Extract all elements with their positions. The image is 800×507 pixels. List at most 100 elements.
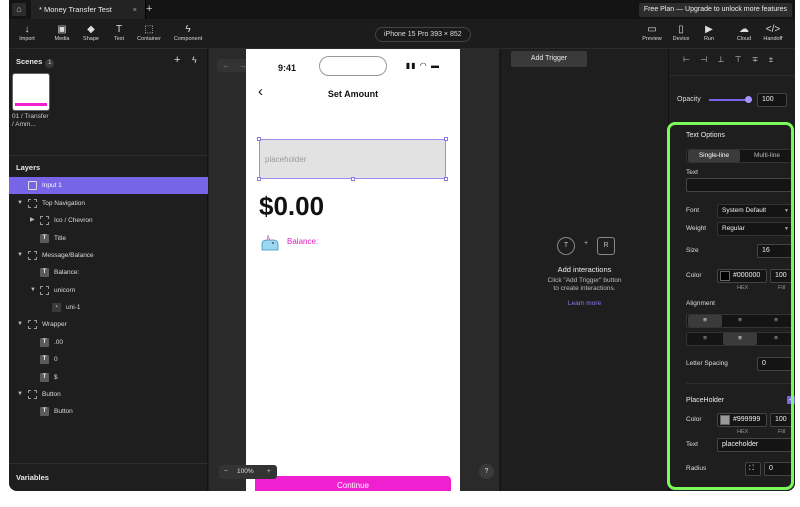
resize-handle[interactable] bbox=[257, 177, 261, 181]
layer-message-balance[interactable]: ▼ Message/Balance bbox=[9, 247, 208, 264]
run-button[interactable]: ▶ Run bbox=[694, 23, 724, 42]
radius-input[interactable]: 0 bbox=[764, 462, 794, 476]
letter-spacing-input[interactable]: 0 bbox=[757, 357, 794, 371]
handoff-label: Handoff bbox=[763, 36, 783, 42]
chevron-down-icon: ▼ bbox=[784, 208, 789, 214]
zoom-control[interactable]: − 100% + bbox=[219, 465, 277, 479]
layer-wrapper[interactable]: ▼ Wrapper bbox=[9, 316, 208, 333]
text-button[interactable]: T Text bbox=[104, 23, 134, 42]
unicorn-icon bbox=[261, 234, 279, 251]
opacity-label: Opacity bbox=[677, 96, 701, 103]
layer-uni-1[interactable]: ▪ uni-1 bbox=[9, 299, 208, 316]
placeholder-text-input[interactable]: placeholder bbox=[717, 438, 794, 452]
color-label: Color bbox=[686, 272, 702, 279]
device-button[interactable]: ▯ Device bbox=[666, 23, 696, 42]
layer-balance[interactable]: T Balance: bbox=[9, 264, 208, 281]
align-right-icon[interactable]: ≡ bbox=[759, 315, 793, 327]
resize-handle[interactable] bbox=[444, 177, 448, 181]
layer-button-frame[interactable]: ▼ Button bbox=[9, 386, 208, 403]
placeholder-color-swatch[interactable] bbox=[720, 415, 730, 425]
alignment-toolbar[interactable]: ⊢ ⊣ ⊥ ⊤ ∓ ± bbox=[683, 55, 777, 64]
media-button[interactable]: ▣ Media bbox=[47, 23, 77, 42]
scene-thumbnail[interactable] bbox=[12, 73, 50, 111]
document-tab[interactable]: * Money Transfer Test × bbox=[31, 0, 146, 19]
weight-dropdown[interactable]: Regular ▼ bbox=[717, 222, 794, 236]
align-middle-icon[interactable]: ≡ bbox=[723, 333, 757, 345]
zoom-out-button[interactable]: − bbox=[224, 465, 228, 479]
expand-caret-icon[interactable]: ▼ bbox=[17, 316, 23, 333]
layer-dollar[interactable]: T $ bbox=[9, 369, 208, 386]
device-selector[interactable]: iPhone 15 Pro 393 × 852 bbox=[375, 27, 471, 42]
multi-line-option[interactable]: Multi-line bbox=[741, 150, 793, 162]
zoom-in-button[interactable]: + bbox=[267, 465, 271, 479]
home-icon[interactable]: ⌂ bbox=[12, 3, 26, 16]
align-center-icon[interactable]: ≡ bbox=[723, 315, 757, 327]
opacity-input[interactable]: 100 bbox=[757, 93, 787, 107]
scene-label: 01 / Transfer / Amm... bbox=[12, 113, 49, 128]
shape-button[interactable]: ◆ Shape bbox=[76, 23, 106, 42]
corner-radius-icon[interactable]: ⛶ bbox=[745, 462, 761, 476]
text-input[interactable] bbox=[686, 178, 794, 192]
resize-handle[interactable] bbox=[351, 177, 355, 181]
upgrade-banner[interactable]: Free Plan — Upgrade to unlock more featu… bbox=[638, 3, 792, 17]
new-tab-button[interactable]: + bbox=[146, 0, 152, 19]
zoom-level[interactable]: 100% bbox=[237, 465, 254, 479]
align-bottom-icon[interactable]: ≡ bbox=[759, 333, 793, 345]
learn-more-link[interactable]: Learn more bbox=[501, 300, 668, 307]
layer-decimals[interactable]: T .00 bbox=[9, 334, 208, 351]
placeholder-checkbox[interactable]: ✓ bbox=[787, 396, 795, 404]
expand-caret-icon[interactable]: ▼ bbox=[17, 386, 23, 403]
expand-caret-icon[interactable]: ▼ bbox=[30, 282, 36, 299]
font-dropdown[interactable]: System Default ▼ bbox=[717, 204, 794, 218]
placeholder-color-fill-input[interactable]: 100 bbox=[770, 413, 794, 427]
layer-input-1[interactable]: Input 1 bbox=[9, 177, 208, 194]
continue-button[interactable]: Continue bbox=[255, 476, 451, 491]
component-button[interactable]: ϟ Component bbox=[173, 23, 203, 42]
cloud-button[interactable]: ☁ Cloud bbox=[729, 23, 759, 42]
layer-button-text[interactable]: T Button bbox=[9, 403, 208, 420]
phone-frame[interactable]: 9:41 ▮▮ ◠ ▬ ‹ Set Amount placeholder $0.… bbox=[246, 49, 460, 491]
container-label: Container bbox=[137, 36, 161, 42]
layer-top-navigation[interactable]: ▼ Top Navigation bbox=[9, 195, 208, 212]
amount-input[interactable]: placeholder bbox=[259, 139, 446, 179]
single-line-option[interactable]: Single-line bbox=[688, 150, 740, 162]
variables-title[interactable]: Variables bbox=[16, 473, 49, 482]
tab-title: * Money Transfer Test bbox=[39, 5, 112, 14]
align-left-icon[interactable]: ≡ bbox=[688, 315, 722, 327]
resize-handle[interactable] bbox=[257, 137, 261, 141]
horizontal-align-toggle[interactable]: ≡ ≡ ≡ bbox=[686, 314, 794, 328]
fill-caption: Fill bbox=[778, 429, 786, 435]
preview-button[interactable]: ▭ Preview bbox=[637, 23, 667, 42]
layer-zero[interactable]: T 0 bbox=[9, 351, 208, 368]
scene-thumbnail-button bbox=[15, 103, 47, 106]
back-arrow-icon[interactable]: ← bbox=[222, 59, 230, 72]
resize-handle[interactable] bbox=[444, 137, 448, 141]
align-top-icon[interactable]: ≡ bbox=[688, 333, 722, 345]
flash-icon[interactable]: ϟ bbox=[192, 55, 197, 65]
vertical-align-toggle[interactable]: ≡ ≡ ≡ bbox=[686, 332, 794, 346]
handoff-button[interactable]: </> Handoff bbox=[758, 23, 788, 42]
opacity-slider-handle[interactable] bbox=[745, 96, 752, 103]
design-canvas[interactable]: ← → 9:41 ▮▮ ◠ ▬ ‹ Set Amount placeholder… bbox=[209, 49, 499, 491]
layer-title[interactable]: T Title bbox=[9, 230, 208, 247]
text-color-fill-input[interactable]: 100 bbox=[770, 269, 794, 283]
layer-ico-chevron[interactable]: ▶ Ico / Chevron bbox=[9, 212, 208, 229]
add-scene-icon[interactable]: + bbox=[174, 54, 180, 66]
collapse-caret-icon[interactable]: ▶ bbox=[30, 212, 35, 229]
text-color-swatch[interactable] bbox=[720, 271, 730, 281]
container-button[interactable]: ⬚ Container bbox=[134, 23, 164, 42]
expand-caret-icon[interactable]: ▼ bbox=[17, 247, 23, 264]
font-label: Font bbox=[686, 207, 700, 214]
import-button[interactable]: ↓ Import bbox=[12, 23, 42, 42]
opacity-slider[interactable] bbox=[709, 99, 749, 101]
handoff-icon: </> bbox=[765, 24, 781, 35]
trigger-icon: T bbox=[557, 237, 575, 255]
frame-icon bbox=[28, 199, 37, 208]
size-input[interactable]: 16 bbox=[757, 244, 794, 258]
close-tab-icon[interactable]: × bbox=[133, 0, 137, 19]
expand-caret-icon[interactable]: ▼ bbox=[17, 195, 23, 212]
layer-unicorn[interactable]: ▼ unicorn bbox=[9, 282, 208, 299]
help-button[interactable]: ? bbox=[479, 464, 494, 479]
add-trigger-button[interactable]: Add Trigger bbox=[511, 51, 587, 67]
line-mode-toggle[interactable]: Single-line Multi-line bbox=[686, 149, 794, 163]
